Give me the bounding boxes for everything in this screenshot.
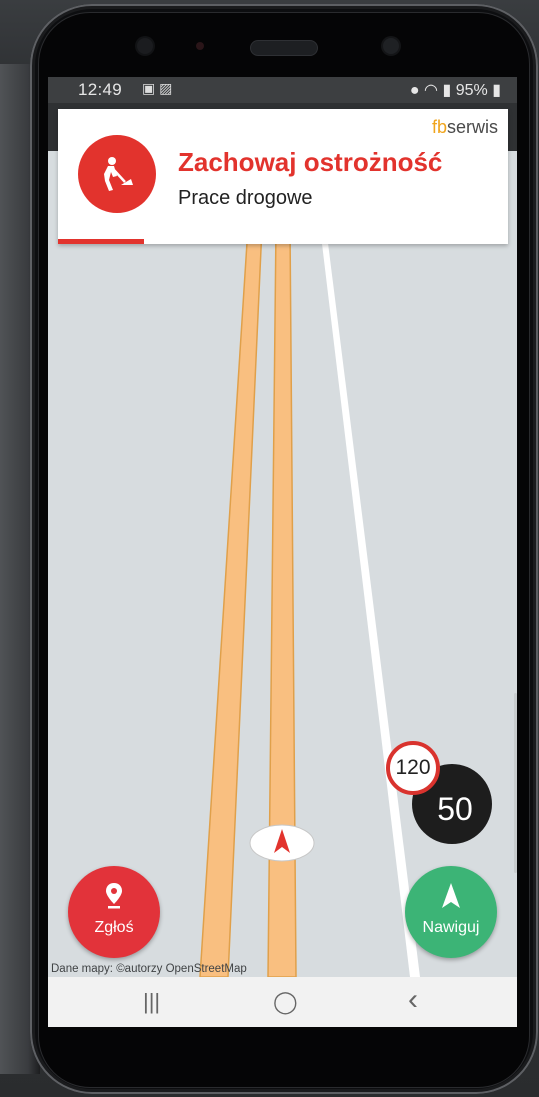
brand-fb: fb <box>431 117 447 137</box>
home-button[interactable]: ◯ <box>273 989 298 1015</box>
back-button[interactable]: ‹ <box>408 983 418 1017</box>
notification-icons: ▣ ▨ <box>142 80 173 96</box>
speed-limit-sign: 120 <box>386 741 440 795</box>
recent-apps-button[interactable]: ||| <box>143 989 160 1015</box>
brand-serwis: serwis <box>446 117 498 137</box>
wifi-signal-icon: ◠ ▮ <box>424 82 452 99</box>
battery-icon: ▮ <box>492 82 501 99</box>
proximity-sensor <box>196 42 204 50</box>
app-screen: 12:49 ▣ ▨ ● ◠ ▮ 95% ▮ Zachowaj ostrożnoś… <box>48 77 517 1027</box>
warning-banner[interactable]: Zachowaj ostrożność Prace drogowe fbserw… <box>58 109 508 244</box>
front-camera <box>137 38 153 54</box>
location-pin-icon <box>68 882 160 912</box>
alert-title: Zachowaj ostrożność <box>178 147 443 177</box>
orange-road-left <box>199 226 263 978</box>
iris-sensor <box>383 38 399 54</box>
status-right: ● ◠ ▮ 95% ▮ <box>410 80 501 100</box>
orange-road-right <box>267 226 297 978</box>
white-road <box>320 227 420 977</box>
scroll-indicator <box>514 693 517 873</box>
map-attribution[interactable]: Dane mapy: ©autorzy OpenStreetMap <box>51 963 247 975</box>
alert-progress-bar <box>58 239 144 244</box>
alert-subtitle: Prace drogowe <box>178 187 313 209</box>
report-button[interactable]: Zgłoś <box>68 866 160 958</box>
navigation-arrow-icon <box>405 882 497 912</box>
report-label: Zgłoś <box>94 919 134 936</box>
navigate-button[interactable]: Nawiguj <box>405 866 497 958</box>
status-time: 12:49 <box>78 80 123 99</box>
navigate-label: Nawiguj <box>422 919 480 936</box>
android-nav-bar: ||| ◯ ‹ <box>48 977 517 1027</box>
battery-level: 95% <box>455 82 488 99</box>
status-bar: 12:49 ▣ ▨ ● ◠ ▮ 95% ▮ <box>48 77 517 103</box>
location-icon: ● <box>409 82 420 99</box>
brand-logo: fbserwis <box>432 117 498 138</box>
road-works-icon <box>78 135 156 213</box>
earpiece <box>250 40 318 56</box>
position-marker <box>249 824 315 862</box>
